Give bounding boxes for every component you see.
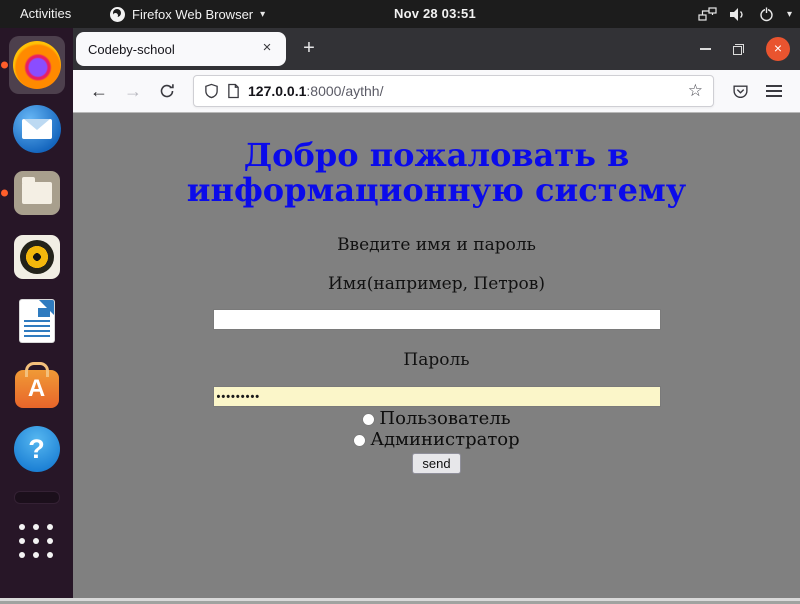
- ubuntu-dock: A ?: [0, 28, 73, 598]
- url-host: 127.0.0.1: [248, 83, 306, 99]
- menu-button[interactable]: [758, 75, 790, 107]
- page-info-icon[interactable]: [227, 83, 240, 99]
- show-applications-button[interactable]: [5, 514, 69, 570]
- clock[interactable]: Nov 28 03:51: [394, 0, 476, 28]
- new-tab-button[interactable]: +: [294, 34, 324, 64]
- running-indicator: [1, 190, 8, 197]
- subtitle: Введите имя и пароль: [73, 235, 800, 255]
- rhythmbox-icon: [14, 235, 60, 279]
- minimize-button[interactable]: [700, 48, 711, 50]
- window-bottom-border: [0, 598, 800, 604]
- help-icon: ?: [14, 426, 60, 472]
- app-menu-label: Firefox Web Browser: [132, 7, 253, 22]
- url-bar[interactable]: 127.0.0.1:8000/aythh/ ☆: [193, 75, 714, 107]
- restore-button[interactable]: [733, 44, 744, 55]
- dock-item-rhythmbox[interactable]: [5, 226, 69, 288]
- tab-bar: Codeby-school × + ×: [73, 28, 800, 70]
- volume-icon: [729, 7, 746, 22]
- network-icon: [698, 7, 717, 22]
- dock-item-help[interactable]: ?: [5, 418, 69, 480]
- forward-button: →: [117, 75, 149, 107]
- firefox-icon: [13, 41, 61, 89]
- url-path: :8000/aythh/: [306, 83, 383, 99]
- name-label: Имя(например, Петров): [73, 274, 800, 294]
- files-icon: [14, 171, 60, 215]
- send-button[interactable]: send: [412, 453, 460, 474]
- app-grid-icon: [19, 524, 55, 560]
- app-menu[interactable]: Firefox Web Browser ▾: [110, 0, 265, 28]
- password-field[interactable]: [213, 386, 661, 407]
- user-radio-label: Пользователь: [379, 408, 510, 429]
- close-button[interactable]: ×: [766, 37, 790, 61]
- drawer-icon: [14, 491, 60, 504]
- role-option-user[interactable]: Пользователь: [73, 409, 800, 428]
- hamburger-icon: [766, 85, 782, 87]
- tab-codeby-school[interactable]: Codeby-school ×: [76, 32, 286, 66]
- user-radio[interactable]: [362, 413, 375, 426]
- dock-item-trash-drawer[interactable]: [5, 482, 69, 512]
- gnome-top-bar: Activities Firefox Web Browser ▾ Nov 28 …: [0, 0, 800, 28]
- bookmark-star-icon[interactable]: ☆: [688, 81, 703, 101]
- shield-icon: [204, 83, 219, 99]
- running-indicator: [1, 62, 8, 69]
- window-controls: ×: [700, 28, 790, 70]
- libreoffice-writer-icon: [20, 300, 54, 342]
- admin-radio-label: Администратор: [370, 429, 519, 450]
- system-tray[interactable]: ▾: [698, 0, 792, 28]
- pocket-button[interactable]: [724, 75, 756, 107]
- thunderbird-icon: [13, 105, 61, 153]
- chevron-down-icon: ▾: [787, 9, 792, 20]
- pocket-icon: [732, 83, 749, 100]
- web-page: Добро пожаловать в информационную систем…: [73, 113, 800, 598]
- tab-close-button[interactable]: ×: [256, 38, 278, 60]
- dock-item-ubuntu-software[interactable]: A: [5, 354, 69, 416]
- activities-button[interactable]: Activities: [16, 0, 75, 28]
- dock-item-files[interactable]: [5, 162, 69, 224]
- back-button[interactable]: ←: [83, 75, 115, 107]
- power-icon: [758, 6, 775, 22]
- name-field[interactable]: [213, 309, 661, 330]
- firefox-window: Codeby-school × + × ← →: [73, 28, 800, 598]
- dock-item-libreoffice-writer[interactable]: [5, 290, 69, 352]
- url-text[interactable]: 127.0.0.1:8000/aythh/: [248, 83, 680, 99]
- dock-item-firefox[interactable]: [5, 34, 69, 96]
- tab-title: Codeby-school: [88, 42, 256, 57]
- firefox-icon: [110, 7, 125, 22]
- dock-item-thunderbird[interactable]: [5, 98, 69, 160]
- chevron-down-icon: ▾: [260, 9, 265, 20]
- page-title: Добро пожаловать в информационную систем…: [137, 138, 737, 208]
- reload-icon: [159, 83, 175, 99]
- admin-radio[interactable]: [353, 434, 366, 447]
- ubuntu-software-icon: A: [15, 370, 59, 408]
- password-label: Пароль: [73, 350, 800, 370]
- role-option-admin[interactable]: Администратор: [73, 430, 800, 449]
- navigation-toolbar: ← → 127.0.0.1:8000/aythh/ ☆: [73, 70, 800, 113]
- reload-button[interactable]: [151, 75, 183, 107]
